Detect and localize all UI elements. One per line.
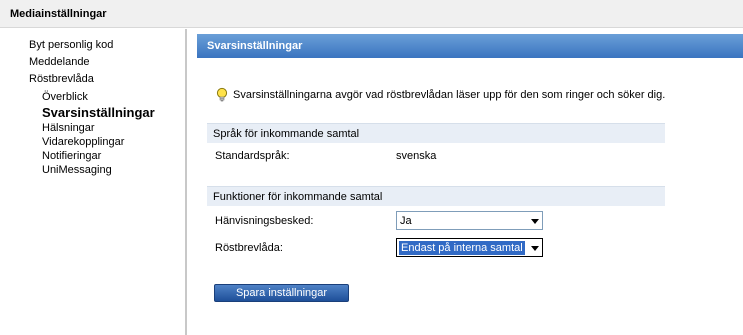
sidebar-item-unimessaging[interactable]: UniMessaging xyxy=(42,164,112,176)
sidebar-item-notifications[interactable]: Notifieringar xyxy=(42,150,101,162)
voicemail-select[interactable]: Endast på interna samtal xyxy=(396,238,543,257)
chevron-down-icon xyxy=(531,219,539,224)
default-language-value: svenska xyxy=(396,150,437,162)
main-panel: Svarsinställningar Svarsinställningarna … xyxy=(197,34,743,335)
info-row: Svarsinställningarna avgör vad röstbrevl… xyxy=(215,87,735,103)
section-functions-header: Funktioner för inkommande samtal xyxy=(207,186,665,206)
referral-select-value: Ja xyxy=(400,215,412,227)
sidebar-item-answer-settings[interactable]: Svarsinställningar xyxy=(42,105,155,120)
referral-select[interactable]: Ja xyxy=(396,211,543,230)
lightbulb-icon xyxy=(216,87,228,102)
info-text: Svarsinställningarna avgör vad röstbrevl… xyxy=(233,89,666,101)
panel-title: Svarsinställningar xyxy=(207,40,303,52)
default-language-label: Standardspråk: xyxy=(215,150,290,162)
referral-label: Hänvisningsbesked: xyxy=(215,215,314,227)
section-language-header: Språk för inkommande samtal xyxy=(207,123,665,143)
sidebar: Byt personlig kod Meddelande Röstbrevlåd… xyxy=(0,29,185,335)
voicemail-label: Röstbrevlåda: xyxy=(215,242,283,254)
sidebar-item-greetings[interactable]: Hälsningar xyxy=(42,122,95,134)
sidebar-divider xyxy=(185,29,187,335)
title-bar: Mediainställningar xyxy=(0,0,743,28)
sidebar-item-forwarding[interactable]: Vidarekopplingar xyxy=(42,136,124,148)
sidebar-item-message[interactable]: Meddelande xyxy=(29,56,90,68)
section-language-title: Språk för inkommande samtal xyxy=(213,128,360,140)
sidebar-item-overview[interactable]: Överblick xyxy=(42,91,88,103)
sidebar-item-voicemail[interactable]: Röstbrevlåda xyxy=(29,73,94,85)
chevron-down-icon xyxy=(531,246,539,251)
sidebar-item-change-code[interactable]: Byt personlig kod xyxy=(29,39,113,51)
section-functions-title: Funktioner för inkommande samtal xyxy=(213,191,383,203)
window-title: Mediainställningar xyxy=(10,8,107,20)
voicemail-select-value: Endast på interna samtal xyxy=(399,241,525,255)
save-settings-button[interactable]: Spara inställningar xyxy=(214,284,349,302)
panel-header: Svarsinställningar xyxy=(197,34,743,58)
